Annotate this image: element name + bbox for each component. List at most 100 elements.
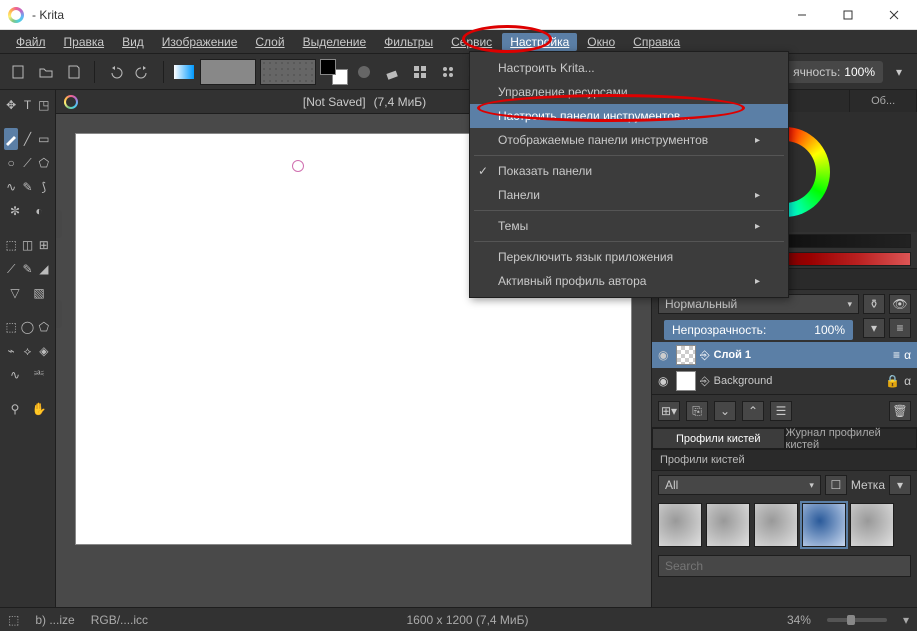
gradient-button[interactable] <box>172 60 196 84</box>
pattern-swatch-1[interactable] <box>200 59 256 85</box>
menu-select[interactable]: Выделение <box>295 33 375 51</box>
brush-preset[interactable] <box>850 503 894 547</box>
tag-checkbox[interactable]: ☐ <box>825 475 847 495</box>
new-doc-button[interactable] <box>6 60 30 84</box>
pan-tool[interactable]: ✋ <box>28 398 50 420</box>
opacity-arrow[interactable]: ▾ <box>863 318 885 338</box>
menu-filters[interactable]: Фильтры <box>376 33 441 51</box>
menu-layer[interactable]: Слой <box>247 33 292 51</box>
select-polygon[interactable]: ⬠ <box>37 316 51 338</box>
edge-tab-1[interactable] <box>56 210 62 238</box>
menu-file[interactable]: Файл <box>8 33 54 51</box>
layer-row[interactable]: ◉ ⎆ Background 🔒 α <box>652 368 917 394</box>
select-rect-marquee[interactable]: ⬚ <box>4 316 18 338</box>
crop-tool[interactable]: ◳ <box>37 94 51 116</box>
rect-tool[interactable]: ▭ <box>37 128 51 150</box>
mirror-button[interactable] <box>408 60 432 84</box>
menu-dockers[interactable]: Панели▸ <box>470 183 788 207</box>
color-profile[interactable]: RGB/....icc <box>91 613 148 627</box>
menu-configure-toolbars[interactable]: Настроить панели инструментов... <box>470 104 788 128</box>
move-up-button[interactable]: ⌃ <box>742 401 764 421</box>
save-button[interactable] <box>62 60 86 84</box>
visibility-icon[interactable]: ◉ <box>658 348 672 362</box>
zoom-slider[interactable] <box>827 618 887 622</box>
edge-tab-2[interactable] <box>56 300 62 328</box>
move-down-button[interactable]: ⌄ <box>714 401 736 421</box>
menu-toolbars-shown[interactable]: Отображаемые панели инструментов▸ <box>470 128 788 152</box>
deform-tool[interactable]: ◫ <box>20 234 34 256</box>
delete-layer-button[interactable]: 🗑 <box>889 401 911 421</box>
brush-preset[interactable] <box>706 503 750 547</box>
select-indicator-icon[interactable]: ⬚ <box>8 613 19 627</box>
menu-author-profile[interactable]: Активный профиль автора▸ <box>470 269 788 293</box>
menu-help[interactable]: Справка <box>625 33 688 51</box>
move-tool[interactable]: ✥ <box>4 94 18 116</box>
zoom-value[interactable]: 34% <box>787 613 811 627</box>
menu-configure-krita[interactable]: Настроить Krita... <box>470 56 788 80</box>
polygon-tool[interactable]: ⬠ <box>37 152 51 174</box>
layer-properties-button[interactable]: ☰ <box>770 401 792 421</box>
menu-edit[interactable]: Правка <box>56 33 113 51</box>
layer-opacity-slider[interactable]: Непрозрачность:100% <box>664 320 853 340</box>
opacity-dropdown[interactable]: ▾ <box>887 60 911 84</box>
select-magnetic[interactable]: ⎃ <box>28 364 50 386</box>
gradient-tool[interactable]: ◢ <box>37 258 51 280</box>
redo-button[interactable] <box>131 60 155 84</box>
select-rect-tool[interactable]: ⬚ <box>4 234 18 256</box>
visibility-icon[interactable]: ◉ <box>658 374 672 388</box>
fill-tool[interactable]: ▽ <box>4 282 26 304</box>
brush-preset[interactable] <box>658 503 702 547</box>
layer-name[interactable]: Background <box>714 375 882 387</box>
picker-tool[interactable]: ✎ <box>20 258 34 280</box>
menu-window[interactable]: Окно <box>579 33 623 51</box>
line-tool[interactable]: ╱ <box>20 128 34 150</box>
brush-filter-select[interactable]: All▾ <box>658 475 821 495</box>
brush-preset-button[interactable] <box>352 60 376 84</box>
menu-settings[interactable]: Настройка <box>502 33 577 51</box>
menu-image[interactable]: Изображение <box>154 33 246 51</box>
brush-tool[interactable] <box>4 128 18 150</box>
open-button[interactable] <box>34 60 58 84</box>
menu-view[interactable]: Вид <box>114 33 152 51</box>
zoom-dropdown-icon[interactable]: ▾ <box>903 613 909 627</box>
select-bezier[interactable]: ∿ <box>4 364 26 386</box>
transform-tool[interactable]: T <box>20 94 34 116</box>
pattern-tool[interactable]: ▧ <box>28 282 50 304</box>
eye-icon[interactable]: 👁 <box>889 294 911 314</box>
minimize-button[interactable] <box>779 0 825 30</box>
layer-lock-icon[interactable]: ≡ <box>893 348 900 362</box>
doc-mode[interactable]: b) ...ize <box>35 613 74 627</box>
maximize-button[interactable] <box>825 0 871 30</box>
select-similar[interactable]: ◈ <box>37 340 51 362</box>
tab-overview[interactable]: Об... <box>850 90 917 112</box>
select-outline[interactable]: ⌁ <box>4 340 18 362</box>
zoom-tool[interactable]: ⚲ <box>4 398 26 420</box>
menu-manage-resources[interactable]: Управление ресурсами... <box>470 80 788 104</box>
eraser-mode-button[interactable] <box>380 60 404 84</box>
layer-alpha-icon[interactable]: α <box>904 348 911 362</box>
measure-tool[interactable]: ⟋ <box>4 258 18 280</box>
lock-icon[interactable]: 🔒 <box>885 374 900 388</box>
filter-icon[interactable]: ⚱ <box>863 294 885 314</box>
color-swatches[interactable] <box>320 59 348 85</box>
edit-shapes-tool[interactable]: ◐ <box>28 200 50 222</box>
tab-brush-presets[interactable]: Профили кистей <box>652 428 785 449</box>
freehand-tool[interactable]: ✎ <box>20 176 34 198</box>
tag-arrow[interactable]: ▾ <box>889 475 911 495</box>
doc-name[interactable]: [Not Saved] <box>303 95 366 109</box>
brush-preset[interactable] <box>802 503 846 547</box>
menu-switch-language[interactable]: Переключить язык приложения <box>470 245 788 269</box>
select-ellipse[interactable]: ◯ <box>20 316 34 338</box>
brush-preset[interactable] <box>754 503 798 547</box>
menu-themes[interactable]: Темы▸ <box>470 214 788 238</box>
polyline-tool[interactable]: ⟋ <box>20 152 34 174</box>
menu-show-dockers[interactable]: ✓Показать панели <box>470 159 788 183</box>
select-contiguous[interactable]: ⟡ <box>20 340 34 362</box>
add-layer-button[interactable]: ⊞▾ <box>658 401 680 421</box>
stamp-tool[interactable]: ⊞ <box>37 234 51 256</box>
tab-brush-history[interactable]: Журнал профилей кистей <box>785 428 917 449</box>
undo-button[interactable] <box>103 60 127 84</box>
layer-row[interactable]: ◉ ⎆ Слой 1 ≡ α <box>652 342 917 368</box>
opacity-slider[interactable]: ячность: 100% <box>785 61 883 83</box>
close-button[interactable] <box>871 0 917 30</box>
